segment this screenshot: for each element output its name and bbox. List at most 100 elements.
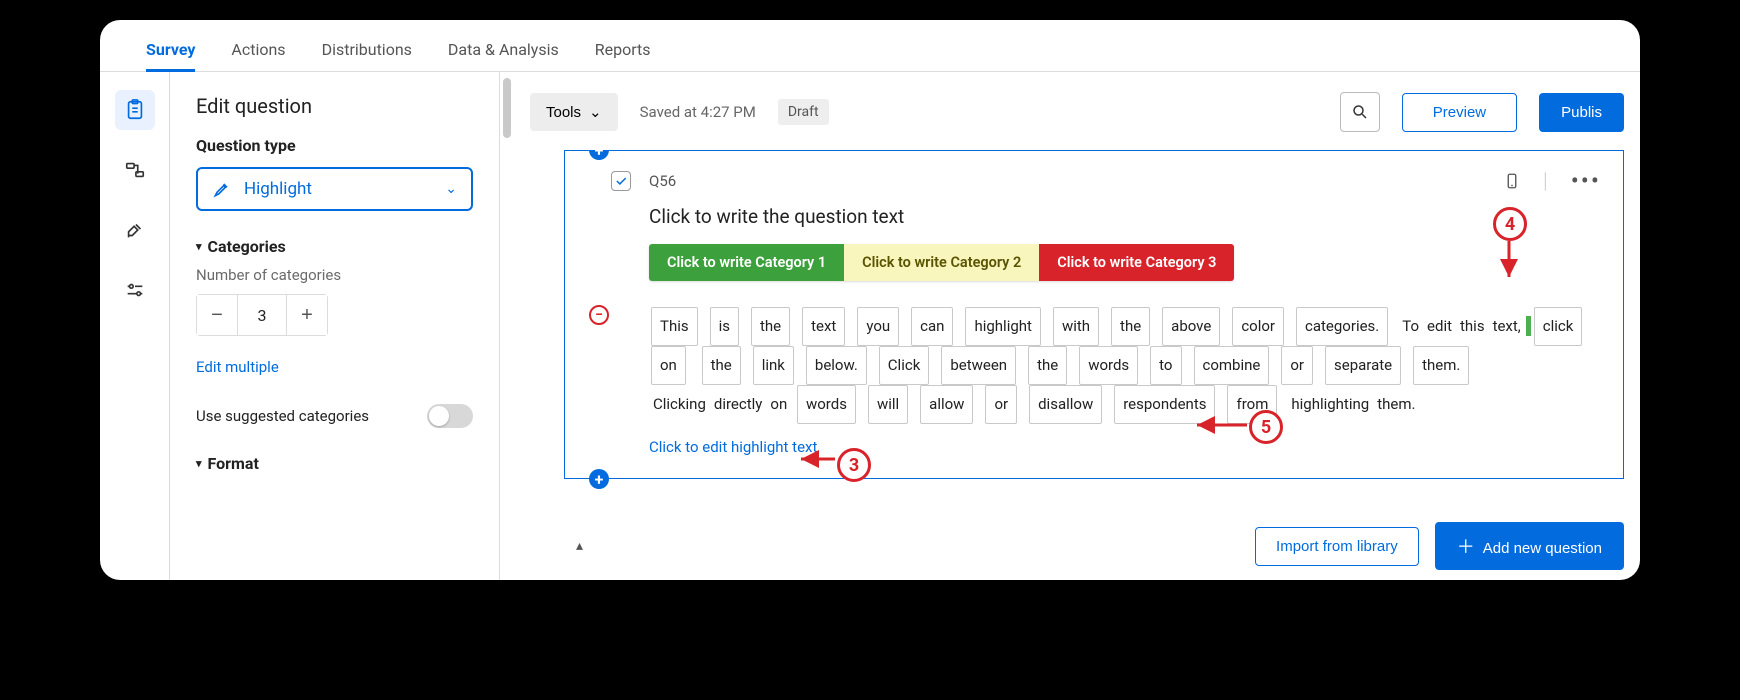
side-title: Edit question [196, 94, 473, 118]
question-select-checkbox[interactable] [611, 171, 631, 191]
highlight-token[interactable]: between [941, 346, 1016, 385]
highlight-token[interactable]: the [751, 307, 790, 346]
saved-indicator: Saved at 4:27 PM [640, 103, 756, 121]
category-decrement-button[interactable]: − [197, 295, 237, 335]
highlight-icon [212, 179, 232, 199]
annotation-3: 3 [837, 448, 871, 482]
highlight-token[interactable]: on [651, 346, 686, 385]
chevron-down-icon: ⌄ [589, 103, 602, 121]
category-2[interactable]: Click to write Category 2 [844, 244, 1039, 281]
question-canvas: + − + Q56 │ ••• Click to [530, 150, 1640, 520]
nav-tab-distributions[interactable]: Distributions [322, 26, 412, 71]
import-from-library-button[interactable]: Import from library [1255, 527, 1419, 566]
delete-question-button[interactable]: − [589, 305, 609, 325]
body: Edit question Question type Highlight ⌄ … [100, 72, 1640, 580]
question-type-value: Highlight [244, 179, 312, 199]
rail-survey-options-icon[interactable] [115, 270, 155, 310]
highlight-token[interactable]: can [911, 307, 953, 346]
icon-rail [100, 72, 170, 580]
add-question-above-button[interactable]: + [589, 150, 609, 160]
chevron-down-icon: ⌄ [445, 181, 457, 197]
question-type-select[interactable]: Highlight ⌄ [196, 167, 473, 211]
highlight-token[interactable]: you [857, 307, 899, 346]
question-id: Q56 [649, 172, 676, 190]
question-text[interactable]: Click to write the question text [649, 205, 1601, 228]
highlight-token[interactable]: the [1111, 307, 1150, 346]
highlight-token[interactable]: separate [1325, 346, 1401, 385]
highlight-token[interactable]: or [1281, 346, 1313, 385]
highlight-token[interactable]: below. [806, 346, 867, 385]
nav-tab-data-analysis[interactable]: Data & Analysis [448, 26, 559, 71]
highlight-token[interactable]: them. [1413, 346, 1469, 385]
highlight-token[interactable]: to [1150, 346, 1181, 385]
highlight-token[interactable]: Click [879, 346, 930, 385]
highlight-token[interactable]: words [1079, 346, 1138, 385]
question-header: Q56 │ ••• [611, 169, 1601, 193]
highlight-token[interactable]: respondents [1114, 385, 1215, 424]
suggested-categories-toggle[interactable] [427, 404, 473, 428]
highlight-token[interactable]: with [1053, 307, 1099, 346]
highlight-plain-word: this [1460, 317, 1485, 335]
highlight-text-area[interactable]: Thisisthetextyoucanhighlightwiththeabove… [649, 307, 1601, 424]
editor-toolbar: Tools⌄ Saved at 4:27 PM Draft Preview Pu… [530, 72, 1640, 150]
collapse-block-button[interactable]: ▴ [576, 538, 583, 554]
category-bar: Click to write Category 1 Click to write… [649, 244, 1234, 281]
highlight-plain-word: highlighting [1291, 395, 1369, 413]
highlight-token[interactable]: link [753, 346, 794, 385]
category-3[interactable]: Click to write Category 3 [1039, 244, 1234, 281]
highlight-token[interactable]: above [1162, 307, 1220, 346]
nav-tab-survey[interactable]: Survey [146, 26, 195, 71]
highlight-token[interactable]: combine [1194, 346, 1270, 385]
highlight-token[interactable]: color [1232, 307, 1284, 346]
highlight-plain-word: To [1402, 317, 1419, 335]
draft-badge: Draft [778, 99, 829, 125]
highlight-token[interactable]: disallow [1029, 385, 1102, 424]
publish-button[interactable]: Publis [1539, 93, 1624, 132]
search-button[interactable] [1340, 92, 1380, 132]
rail-look-feel-icon[interactable] [115, 210, 155, 250]
side-panel: Edit question Question type Highlight ⌄ … [170, 72, 500, 580]
add-question-below-button[interactable]: + [589, 469, 609, 489]
rail-edit-question-icon[interactable] [115, 90, 155, 130]
highlight-token[interactable]: allow [920, 385, 973, 424]
highlight-token[interactable]: will [868, 385, 908, 424]
highlight-plain-word: on [770, 395, 787, 413]
category-count-value: 3 [237, 295, 287, 335]
rail-survey-flow-icon[interactable] [115, 150, 155, 190]
insertion-cursor[interactable] [1526, 316, 1531, 336]
main-editor: Tools⌄ Saved at 4:27 PM Draft Preview Pu… [500, 72, 1640, 580]
question-card[interactable]: + − + Q56 │ ••• Click to [564, 150, 1624, 479]
annotation-4-arrow [1499, 239, 1519, 283]
search-icon [1351, 103, 1369, 121]
highlight-token[interactable]: click [1534, 307, 1583, 346]
highlight-token[interactable]: categories. [1296, 307, 1388, 346]
add-new-question-button[interactable]: ＋Add new question [1435, 522, 1624, 570]
category-increment-button[interactable]: + [287, 295, 327, 335]
highlight-token[interactable]: from [1227, 385, 1277, 424]
panel-splitter[interactable] [500, 72, 514, 580]
categories-section[interactable]: Categories [196, 237, 473, 256]
highlight-plain-word: them. [1377, 395, 1415, 413]
highlight-token[interactable]: text [802, 307, 845, 346]
question-more-menu[interactable]: ••• [1571, 169, 1601, 193]
highlight-plain-word: Clicking [653, 395, 706, 413]
highlight-token[interactable]: the [1028, 346, 1067, 385]
preview-button[interactable]: Preview [1402, 93, 1517, 132]
highlight-token[interactable]: the [702, 346, 741, 385]
highlight-token[interactable]: or [985, 385, 1017, 424]
highlight-token[interactable]: is [710, 307, 739, 346]
bottom-bar: ▴ Import from library ＋Add new question [530, 520, 1640, 580]
highlight-plain-word: text, [1493, 317, 1521, 335]
mobile-preview-icon[interactable] [1503, 169, 1521, 193]
check-icon [614, 174, 628, 188]
nav-tab-actions[interactable]: Actions [231, 26, 285, 71]
format-section[interactable]: Format [196, 454, 473, 473]
nav-tab-reports[interactable]: Reports [595, 26, 651, 71]
tools-menu-button[interactable]: Tools⌄ [530, 93, 618, 131]
edit-highlight-text-link[interactable]: Click to edit highlight text [649, 438, 817, 456]
category-1[interactable]: Click to write Category 1 [649, 244, 844, 281]
highlight-token[interactable]: words [797, 385, 856, 424]
edit-multiple-link[interactable]: Edit multiple [196, 358, 279, 376]
highlight-token[interactable]: highlight [965, 307, 1040, 346]
highlight-token[interactable]: This [651, 307, 698, 346]
